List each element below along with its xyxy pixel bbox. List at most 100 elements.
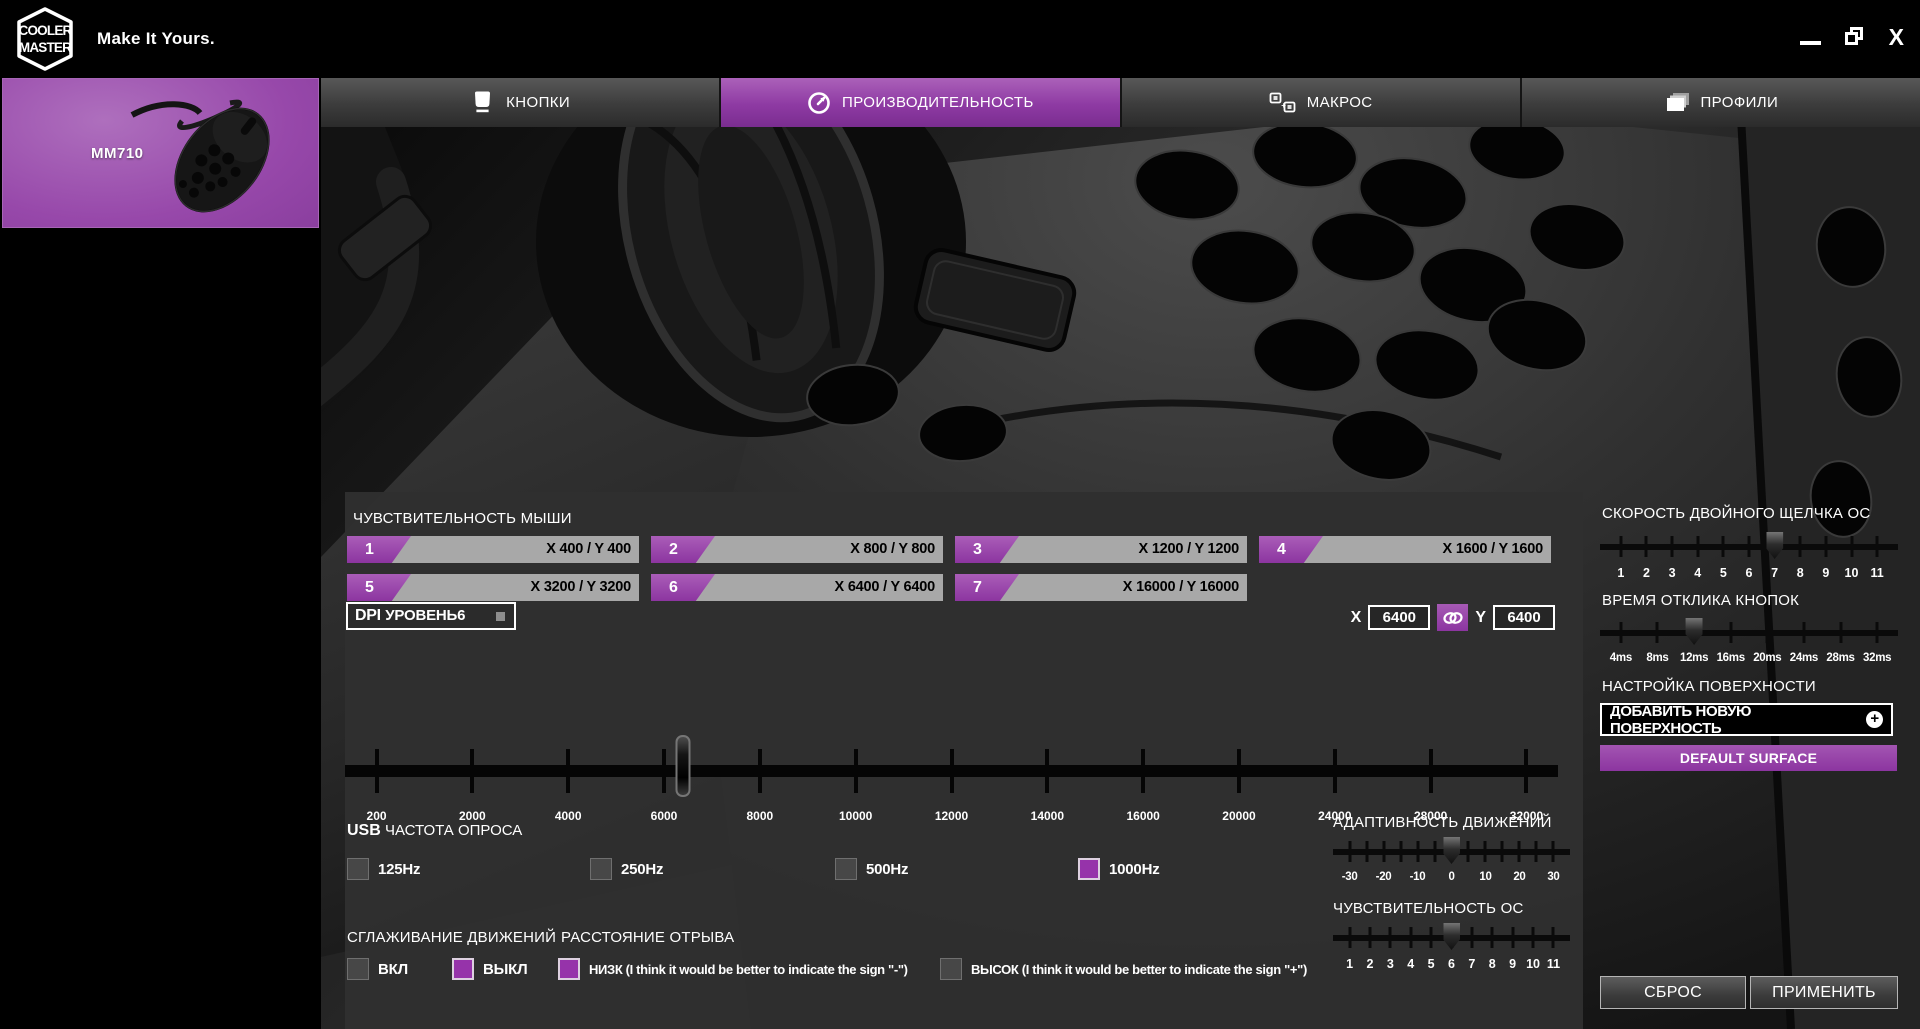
angle-snapping-option[interactable]: ВКЛ xyxy=(347,958,408,980)
tab-performance[interactable]: ПРОИЗВОДИТЕЛЬНОСТЬ xyxy=(721,78,1121,127)
polling-rate-options: 125Hz 250Hz 500Hz 1000Hz xyxy=(347,858,1327,884)
dpi-level-bar[interactable]: 4 X 1600 / Y 1600 xyxy=(1259,536,1551,563)
svg-text:COOLER: COOLER xyxy=(19,23,73,38)
checkbox[interactable] xyxy=(590,858,612,880)
minimize-icon[interactable] xyxy=(1800,41,1821,45)
slider-tick xyxy=(1876,622,1879,643)
dpi-level-bar[interactable]: 7 X 16000 / Y 16000 xyxy=(955,574,1247,601)
slider-tick xyxy=(1722,536,1725,557)
slider-tick-label: 4 xyxy=(1694,566,1701,580)
dpi-level-bar[interactable]: 2 X 800 / Y 800 xyxy=(651,536,943,563)
slider-tick xyxy=(1850,536,1853,557)
profiles-icon xyxy=(1664,92,1690,114)
liftoff-option[interactable]: ВЫСОК (I think it would be better to ind… xyxy=(940,958,1307,980)
dpi-level-value: X 3200 / Y 3200 xyxy=(411,574,639,601)
slider-tick-label: 32ms xyxy=(1863,652,1891,664)
dpi-level-number: 6 xyxy=(651,574,715,601)
adaptive-movement-slider[interactable]: -30-20-100102030 xyxy=(1333,833,1570,895)
slider-handle[interactable] xyxy=(1766,532,1783,559)
button-response-slider[interactable]: 4ms8ms12ms16ms20ms24ms28ms32ms xyxy=(1600,614,1898,674)
polling-option[interactable]: 500Hz xyxy=(835,858,908,880)
slider-tick xyxy=(1368,927,1371,948)
checkbox[interactable] xyxy=(452,958,474,980)
dpi-level-value: X 16000 / Y 16000 xyxy=(1019,574,1247,601)
slider-tick-label: 30 xyxy=(1547,871,1559,883)
polling-option[interactable]: 125Hz xyxy=(347,858,420,880)
liftoff-option[interactable]: НИЗК (I think it would be better to indi… xyxy=(558,958,908,980)
checkbox[interactable] xyxy=(347,958,369,980)
default-surface-button[interactable]: DEFAULT SURFACE xyxy=(1600,745,1897,771)
slider-handle[interactable] xyxy=(1443,837,1460,864)
slider-tick xyxy=(1766,622,1769,643)
add-new-surface-button[interactable]: ДОБАВИТЬ НОВУЮ ПОВЕРХНОСТЬ + xyxy=(1600,703,1893,736)
dpi-level-bar[interactable]: 6 X 6400 / Y 6400 xyxy=(651,574,943,601)
checkbox-label: 500Hz xyxy=(866,861,908,878)
dpi-x-input[interactable]: 6400 xyxy=(1368,605,1430,630)
slider-tick-label: 4000 xyxy=(555,809,582,823)
slider-tick-label: 10 xyxy=(1479,871,1491,883)
adaptive-movement-block: АДАПТИВНОСТЬ ДВИЖЕНИЙ -30-20-100102030 xyxy=(1333,814,1570,895)
dpi-level-bar[interactable]: 1 X 400 / Y 400 xyxy=(347,536,639,563)
polling-rate-title: USB ЧАСТОТА ОПРОСА xyxy=(347,822,522,840)
slider-tick xyxy=(1535,841,1538,862)
plus-icon: + xyxy=(1866,711,1883,728)
xy-link-button[interactable] xyxy=(1437,604,1468,631)
liftoff-distance-title: РАССТОЯНИЕ ОТРЫВА xyxy=(561,929,734,946)
slider-tick xyxy=(1141,749,1145,793)
slider-tick xyxy=(1876,536,1879,557)
slider-tick xyxy=(1645,536,1648,557)
slider-tick xyxy=(758,749,762,793)
slider-tick-label: 9 xyxy=(1822,566,1829,580)
close-icon[interactable]: X xyxy=(1889,26,1904,48)
x-label: X xyxy=(1351,609,1362,627)
slider-tick xyxy=(1524,749,1528,793)
slider-tick-label: 28ms xyxy=(1826,652,1854,664)
dpi-level-value: X 800 / Y 800 xyxy=(715,536,943,563)
slider-tick xyxy=(1696,536,1699,557)
slider-handle[interactable] xyxy=(1686,618,1703,645)
slider-tick xyxy=(1532,927,1535,948)
slider-tick-label: 16ms xyxy=(1717,652,1745,664)
checkbox[interactable] xyxy=(347,858,369,880)
double-click-speed-title: СКОРОСТЬ ДВОЙНОГО ЩЕЛЧКА ОС xyxy=(1602,505,1870,522)
slider-tick xyxy=(1501,841,1504,862)
checkbox[interactable] xyxy=(940,958,962,980)
device-card-mm710[interactable]: MM710 xyxy=(2,78,319,228)
slider-tick xyxy=(1518,841,1521,862)
slider-handle[interactable] xyxy=(676,735,691,797)
polling-option[interactable]: 250Hz xyxy=(590,858,663,880)
dpi-xy-inputs: X 6400 Y 6400 xyxy=(1351,604,1555,631)
dpi-level-bar[interactable]: 5 X 3200 / Y 3200 xyxy=(347,574,639,601)
tab-buttons[interactable]: КНОПКИ xyxy=(321,78,721,127)
slider-tick-label: 2000 xyxy=(459,809,486,823)
apply-button[interactable]: ПРИМЕНИТЬ xyxy=(1750,976,1898,1009)
checkbox[interactable] xyxy=(1078,858,1100,880)
slider-tick xyxy=(1416,841,1419,862)
slider-tick xyxy=(1552,927,1555,948)
slider-tick-label: 0 xyxy=(1448,871,1454,883)
slider-tick xyxy=(1552,841,1555,862)
double-click-speed-slider[interactable]: 1234567891011 xyxy=(1600,528,1898,588)
slider-tick xyxy=(1045,749,1049,793)
dpi-level-bar[interactable]: 3 X 1200 / Y 1200 xyxy=(955,536,1247,563)
reset-button[interactable]: СБРОС xyxy=(1600,976,1746,1009)
maximize-icon[interactable] xyxy=(1845,27,1865,47)
slider-tick-label: 11 xyxy=(1871,566,1884,580)
slider-tick xyxy=(1348,841,1351,862)
slider-tick-label: 3 xyxy=(1669,566,1676,580)
slider-tick-label: 5 xyxy=(1720,566,1727,580)
slider-tick xyxy=(1409,927,1412,948)
slider-handle[interactable] xyxy=(1443,923,1460,950)
dpi-y-input[interactable]: 6400 xyxy=(1493,605,1555,630)
polling-option[interactable]: 1000Hz xyxy=(1078,858,1160,880)
slider-tick-label: 14000 xyxy=(1031,809,1064,823)
checkbox[interactable] xyxy=(558,958,580,980)
dpi-level-dropdown[interactable]: DPI УРОВЕНЬ6 xyxy=(346,602,516,630)
liftoff-distance-options: НИЗК (I think it would be better to indi… xyxy=(558,958,1558,984)
angle-snapping-option[interactable]: ВЫКЛ xyxy=(452,958,527,980)
slider-tick xyxy=(1382,841,1385,862)
os-sensitivity-title: ЧУВСТВИТЕЛЬНОСТЬ ОС xyxy=(1333,900,1570,917)
tab-profiles[interactable]: ПРОФИЛИ xyxy=(1522,78,1920,127)
tab-macro[interactable]: + МАКРОС xyxy=(1122,78,1522,127)
checkbox[interactable] xyxy=(835,858,857,880)
